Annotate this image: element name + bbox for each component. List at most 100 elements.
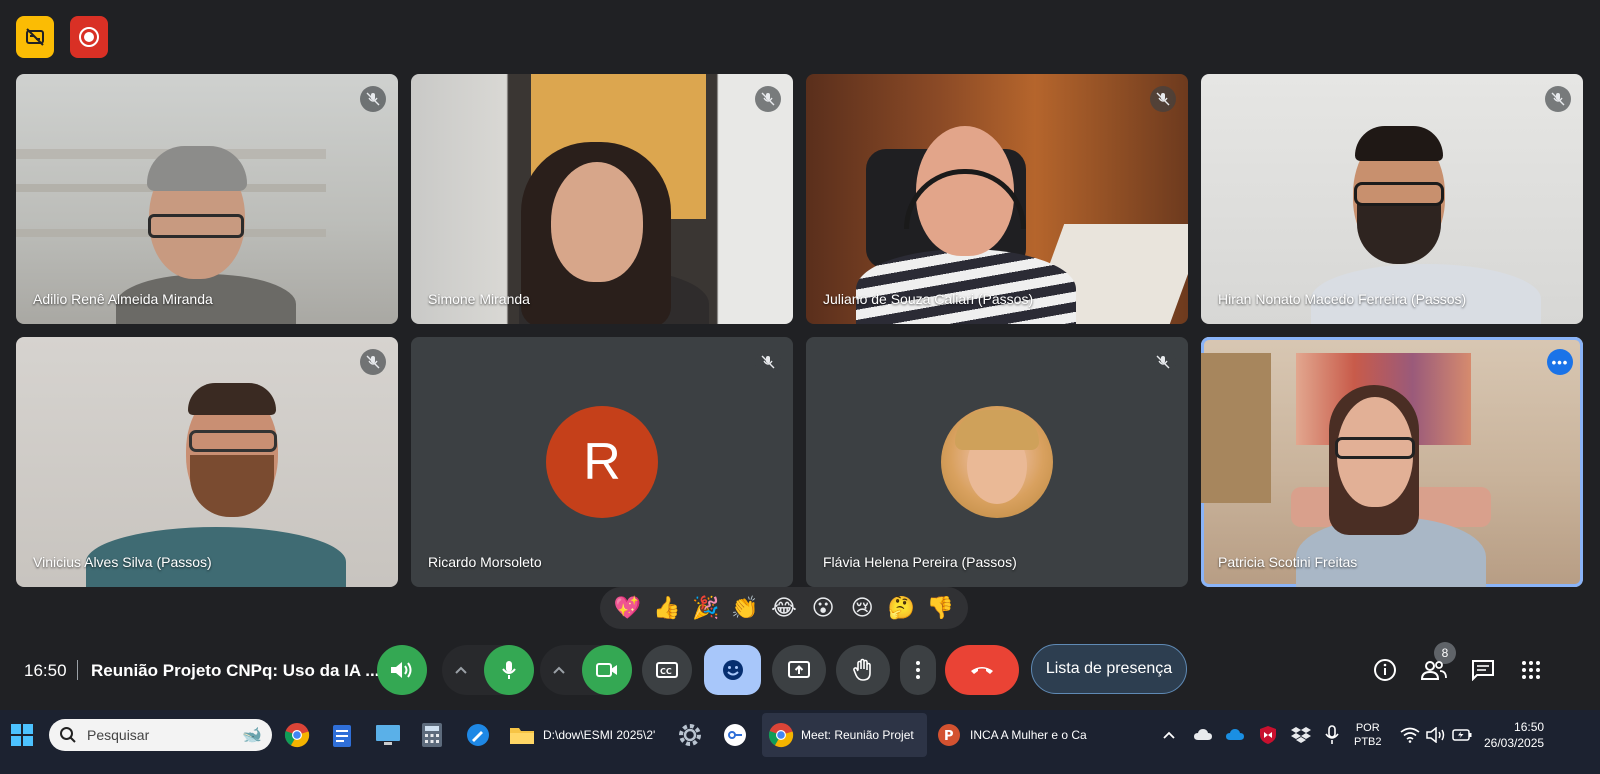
microphone-off-icon bbox=[1545, 86, 1571, 112]
microphone-icon bbox=[502, 661, 516, 679]
participant-name: Flávia Helena Pereira (Passos) bbox=[823, 554, 1017, 570]
microphone-group bbox=[442, 645, 534, 695]
reactions-bar: 💖 👍 🎉 👏 😂 😮 😢 🤔 👎 bbox=[600, 587, 968, 629]
language-code: POR bbox=[1355, 722, 1380, 734]
speaker-button[interactable] bbox=[377, 645, 427, 695]
meeting-controls: 16:50 Reunião Projeto CNPq: Uso da IA ..… bbox=[0, 640, 1600, 700]
raise-hand-button[interactable] bbox=[836, 645, 890, 695]
powerpoint-icon: P bbox=[938, 724, 960, 746]
more-options-icon[interactable]: ••• bbox=[1547, 349, 1573, 375]
wifi-icon[interactable] bbox=[1400, 710, 1420, 760]
windows-start-icon[interactable] bbox=[10, 710, 34, 760]
onedrive-icon[interactable] bbox=[1225, 710, 1245, 760]
captions-button[interactable]: CC bbox=[642, 645, 692, 695]
present-screen-button[interactable] bbox=[772, 645, 826, 695]
participant-name: Hiran Nonato Macedo Ferreira (Passos) bbox=[1218, 291, 1467, 307]
microphone-off-icon bbox=[755, 86, 781, 112]
cloud-icon[interactable] bbox=[1193, 710, 1213, 760]
participant-name: Adilio Renê Almeida Miranda bbox=[33, 291, 213, 307]
participant-name: Vinicius Alves Silva (Passos) bbox=[33, 554, 212, 570]
reaction-clap[interactable]: 👏 bbox=[729, 592, 761, 624]
recording-icon[interactable] bbox=[70, 16, 108, 58]
captions-off-icon[interactable] bbox=[16, 16, 54, 58]
reaction-thinking[interactable]: 🤔 bbox=[885, 592, 917, 624]
attendance-button[interactable]: Lista de presença bbox=[1031, 644, 1187, 694]
reaction-sad[interactable]: 😢 bbox=[846, 592, 878, 624]
microphone-off-icon bbox=[1150, 86, 1176, 112]
svg-text:P: P bbox=[944, 729, 954, 744]
leave-call-button[interactable] bbox=[945, 645, 1019, 695]
svg-text:CC: CC bbox=[660, 667, 672, 676]
reaction-heart[interactable]: 💖 bbox=[612, 592, 644, 624]
microphone-off-icon bbox=[755, 349, 781, 375]
taskbar-search[interactable]: Pesquisar 🐋 bbox=[49, 719, 272, 751]
participant-tile[interactable]: ••• Patricia Scotini Freitas bbox=[1201, 337, 1583, 587]
desktop-icon[interactable] bbox=[375, 710, 401, 760]
emoji-icon bbox=[722, 660, 743, 680]
camera-group bbox=[540, 645, 632, 695]
participant-tile[interactable]: Hiran Nonato Macedo Ferreira (Passos) bbox=[1201, 74, 1583, 324]
participant-tile[interactable]: Flávia Helena Pereira (Passos) bbox=[806, 337, 1188, 587]
avatar bbox=[941, 406, 1053, 518]
meeting-title[interactable]: Reunião Projeto CNPq: Uso da IA ... bbox=[91, 661, 379, 681]
microphone-button[interactable] bbox=[484, 645, 534, 695]
battery-icon[interactable] bbox=[1452, 710, 1472, 760]
reaction-surprised[interactable]: 😮 bbox=[807, 592, 839, 624]
camera-button[interactable] bbox=[582, 645, 632, 695]
chrome-meet-window[interactable]: Meet: Reunião Projet bbox=[768, 710, 914, 760]
captions-icon: CC bbox=[656, 662, 678, 678]
pen-tool-icon[interactable] bbox=[466, 710, 490, 760]
calculator-icon[interactable] bbox=[421, 710, 443, 760]
taskbar-time: 16:50 bbox=[1514, 720, 1545, 734]
notepad-icon[interactable] bbox=[331, 710, 353, 760]
reaction-thumbs-down[interactable]: 👎 bbox=[924, 592, 956, 624]
powerpoint-window[interactable]: P INCA A Mulher e o Ca bbox=[937, 710, 1087, 760]
chrome-icon[interactable] bbox=[284, 710, 310, 760]
system-clock[interactable]: 16:50 26/03/2025 bbox=[1484, 710, 1544, 760]
connection-app-icon[interactable] bbox=[723, 710, 747, 760]
chevron-up-icon[interactable] bbox=[454, 662, 468, 680]
participant-tile[interactable]: Simone Miranda bbox=[411, 74, 793, 324]
more-options-button[interactable] bbox=[900, 645, 936, 695]
taskbar-date: 26/03/2025 bbox=[1484, 736, 1545, 750]
activities-grid-icon[interactable] bbox=[1516, 655, 1546, 685]
antivirus-shield-icon[interactable] bbox=[1259, 710, 1277, 760]
people-icon[interactable] bbox=[1419, 655, 1449, 685]
settings-gear-icon[interactable] bbox=[677, 710, 703, 760]
search-icon bbox=[60, 727, 76, 743]
chrome-icon bbox=[768, 723, 794, 748]
participant-name: Simone Miranda bbox=[428, 291, 530, 307]
meeting-info-icon[interactable] bbox=[1370, 655, 1400, 685]
volume-icon[interactable] bbox=[1426, 710, 1446, 760]
emoji-button[interactable] bbox=[704, 645, 761, 695]
windows-taskbar: Pesquisar 🐋 D:\dow\ESMI 2025\2' Meet: Re… bbox=[0, 710, 1600, 774]
explorer-window-label: D:\dow\ESMI 2025\2' bbox=[543, 728, 656, 742]
participant-tile[interactable]: Adilio Renê Almeida Miranda bbox=[16, 74, 398, 324]
chat-icon[interactable] bbox=[1468, 655, 1498, 685]
microphone-off-icon bbox=[360, 86, 386, 112]
participant-tile[interactable]: Juliano de Souza Caliari (Passos) bbox=[806, 74, 1188, 324]
language-indicator[interactable]: POR PTB2 bbox=[1354, 710, 1382, 760]
participant-tile[interactable]: Vinicius Alves Silva (Passos) bbox=[16, 337, 398, 587]
keyboard-layout: PTB2 bbox=[1354, 736, 1382, 748]
reaction-thumbs-up[interactable]: 👍 bbox=[651, 592, 683, 624]
participant-grid: Adilio Renê Almeida Miranda Simone Miran… bbox=[16, 74, 1585, 588]
ppt-window-label: INCA A Mulher e o Ca bbox=[970, 728, 1087, 742]
participant-tile[interactable]: R Ricardo Morsoleto bbox=[411, 337, 793, 587]
microphone-tray-icon[interactable] bbox=[1325, 710, 1339, 760]
microphone-off-icon bbox=[1150, 349, 1176, 375]
meeting-clock: 16:50 bbox=[24, 661, 67, 680]
chrome-window-label: Meet: Reunião Projet bbox=[801, 728, 914, 742]
top-status-icons bbox=[16, 16, 108, 58]
divider bbox=[77, 660, 78, 680]
microphone-off-icon bbox=[360, 349, 386, 375]
folder-icon bbox=[510, 728, 534, 744]
end-call-icon bbox=[971, 667, 993, 674]
chevron-up-icon[interactable] bbox=[552, 662, 566, 680]
dropbox-icon[interactable] bbox=[1291, 710, 1311, 760]
video-camera-icon bbox=[596, 663, 617, 677]
reaction-laugh[interactable]: 😂 bbox=[768, 592, 800, 624]
file-explorer-window[interactable]: D:\dow\ESMI 2025\2' bbox=[509, 710, 655, 760]
reaction-party[interactable]: 🎉 bbox=[690, 592, 722, 624]
chevron-up-icon[interactable] bbox=[1162, 710, 1176, 760]
